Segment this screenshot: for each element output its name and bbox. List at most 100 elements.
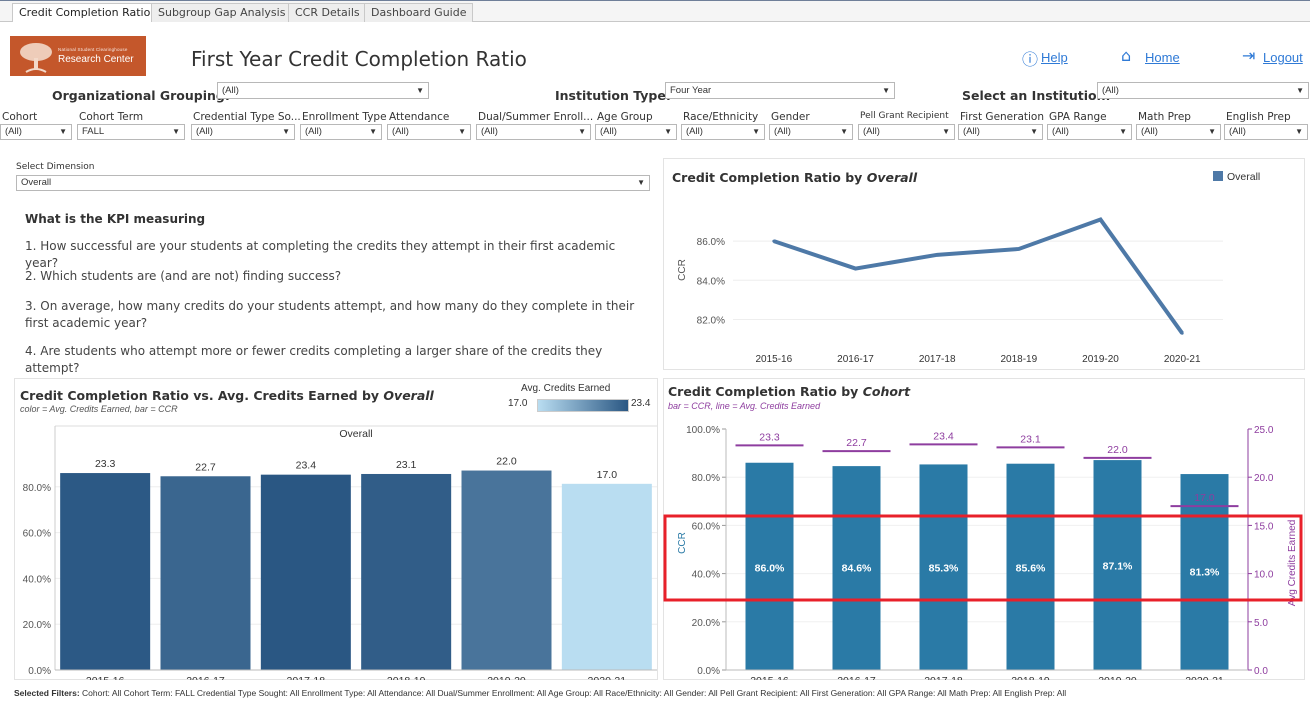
filter-select-2[interactable]: (All) ▼ — [191, 124, 295, 140]
x-tick-label: 2016-17 — [837, 675, 876, 680]
logo: National Student Clearinghouse Research … — [10, 36, 146, 76]
filter-label-13: English Prep — [1226, 111, 1291, 123]
legend-label: Overall — [1227, 171, 1260, 183]
filter-select-6[interactable]: (All) ▼ — [595, 124, 677, 140]
chevron-down-icon: ▼ — [59, 127, 67, 136]
tab-dashboard-guide[interactable]: Dashboard Guide — [364, 3, 474, 22]
filter-select-3[interactable]: (All) ▼ — [300, 124, 382, 140]
avg-credits-label: 23.3 — [759, 431, 780, 443]
tab-credit-completion-ratio[interactable]: Credit Completion Ratio — [12, 3, 158, 22]
x-tick-label: 2018-19 — [1011, 675, 1050, 680]
line-point — [854, 267, 857, 271]
filter-value-1: FALL — [82, 126, 105, 137]
filter-select-1[interactable]: FALL ▼ — [77, 124, 185, 140]
filter-label-6: Age Group — [597, 111, 653, 123]
filter-value-2: (All) — [196, 126, 213, 137]
y-tick-label: 40.0% — [692, 570, 720, 581]
bar-data-label: 22.7 — [195, 461, 216, 473]
tab-subgroup-gap-analysis[interactable]: Subgroup Gap Analysis — [151, 3, 293, 22]
org-grouping-label: Organizational Grouping: — [52, 88, 230, 103]
selected-filters-text: Cohort: All Cohort Term: FALL Credential… — [82, 688, 1067, 698]
filter-label-12: Math Prep — [1138, 111, 1191, 123]
chevron-down-icon: ▼ — [942, 127, 950, 136]
bar-2016-17 — [160, 476, 251, 670]
bar-2017-18 — [260, 474, 351, 670]
chevron-down-icon: ▼ — [172, 127, 180, 136]
filter-select-11[interactable]: (All) ▼ — [1047, 124, 1132, 140]
filter-select-7[interactable]: (All) ▼ — [681, 124, 765, 140]
chevron-down-icon: ▼ — [882, 86, 890, 95]
chevron-down-icon: ▼ — [1296, 86, 1304, 95]
line-point — [1180, 331, 1184, 335]
series-line-overall — [773, 217, 1184, 335]
x-tick-label: 2015-16 — [86, 675, 125, 680]
filter-label-9: Pell Grant Recipient — [860, 111, 949, 121]
kpi-question-3: 3. On average, how many credits do your … — [25, 299, 635, 330]
chevron-down-icon: ▼ — [637, 178, 645, 187]
chevron-down-icon: ▼ — [369, 127, 377, 136]
combo-chart: 0.0% 20.0% 40.0% 60.0% 80.0% 100.0% 0.0 5.0 10.0… — [663, 425, 1303, 680]
x-tick-label: 2016-17 — [837, 354, 874, 365]
help-icon[interactable]: ⓘ — [1022, 46, 1038, 70]
x-tick-label: 2018-19 — [387, 675, 426, 680]
y-tick-label: 60.0% — [23, 529, 51, 540]
tab-ccr-details[interactable]: CCR Details — [288, 3, 367, 22]
filter-select-5[interactable]: (All) ▼ — [476, 124, 591, 140]
filter-select-8[interactable]: (All) ▼ — [769, 124, 853, 140]
filter-value-8: (All) — [774, 126, 791, 137]
bar-data-label: 86.0% — [755, 563, 785, 575]
filter-select-0[interactable]: (All) ▼ — [0, 124, 72, 140]
y-tick-label: 80.0% — [23, 483, 51, 494]
y2-tick-label: 0.0 — [1254, 666, 1268, 677]
filter-value-10: (All) — [963, 126, 980, 137]
bar-data-label: 81.3% — [1190, 567, 1220, 579]
x-tick-label: 2015-16 — [755, 354, 792, 365]
avg-credits-label: 23.4 — [933, 430, 954, 442]
x-tick-label: 2015-16 — [750, 675, 789, 680]
institution-type-select[interactable]: Four Year ▼ — [665, 82, 895, 99]
x-tick-label: 2020-21 — [1185, 675, 1224, 680]
filter-label-7: Race/Ethnicity — [683, 111, 759, 123]
chevron-down-icon: ▼ — [1295, 127, 1303, 136]
bar-data-label: 22.0 — [496, 456, 517, 468]
x-tick-label: 2019-20 — [1098, 675, 1137, 680]
filter-value-4: (All) — [392, 126, 409, 137]
bar-data-label: 85.3% — [929, 563, 959, 575]
institution-select[interactable]: (All) ▼ — [1097, 82, 1309, 99]
logout-link[interactable]: Logout — [1263, 50, 1303, 65]
logo-line1: National Student Clearinghouse — [58, 47, 128, 52]
filter-label-4: Attendance — [389, 111, 450, 123]
x-tick-label: 2017-18 — [924, 675, 963, 680]
filter-select-9[interactable]: (All) ▼ — [858, 124, 955, 140]
select-institution-label: Select an Institution: — [962, 88, 1111, 103]
x-tick-label: 2017-18 — [287, 675, 326, 680]
bar-data-label: 87.1% — [1103, 561, 1133, 573]
dimension-select[interactable]: Overall ▼ — [16, 175, 650, 191]
org-grouping-select[interactable]: (All) ▼ — [217, 82, 429, 99]
filter-value-5: (All) — [481, 126, 498, 137]
bar-2018-19 — [361, 473, 452, 670]
filter-label-2: Credential Type So... — [193, 111, 301, 123]
filter-select-4[interactable]: (All) ▼ — [387, 124, 471, 140]
x-tick-label: 2020-21 — [588, 675, 627, 680]
line-point — [935, 253, 939, 257]
filter-label-0: Cohort — [2, 111, 38, 123]
filter-label-8: Gender — [771, 111, 810, 123]
x-tick-label: 2019-20 — [487, 675, 526, 680]
filter-select-10[interactable]: (All) ▼ — [958, 124, 1043, 140]
help-link[interactable]: Help — [1041, 50, 1068, 65]
bar-data-label: 23.3 — [95, 458, 116, 470]
home-icon[interactable]: ⌂ — [1121, 46, 1131, 65]
tab-bar: Credit Completion Ratio Subgroup Gap Ana… — [0, 0, 1310, 22]
page-title: First Year Credit Completion Ratio — [191, 47, 527, 71]
kpi-heading: What is the KPI measuring — [25, 212, 206, 226]
kpi-question-1: 1. How successful are your students at c… — [25, 239, 616, 270]
filter-select-13[interactable]: (All) ▼ — [1224, 124, 1308, 140]
filter-select-12[interactable]: (All) ▼ — [1136, 124, 1221, 140]
x-tick-label: 2019-20 — [1082, 354, 1119, 365]
home-link[interactable]: Home — [1145, 50, 1180, 65]
logo-line2: Research Center — [58, 54, 134, 65]
logout-icon[interactable]: ⇥ — [1242, 46, 1255, 65]
filter-value-7: (All) — [686, 126, 703, 137]
kpi-question-4: 4. Are students who attempt more or fewe… — [25, 344, 603, 375]
